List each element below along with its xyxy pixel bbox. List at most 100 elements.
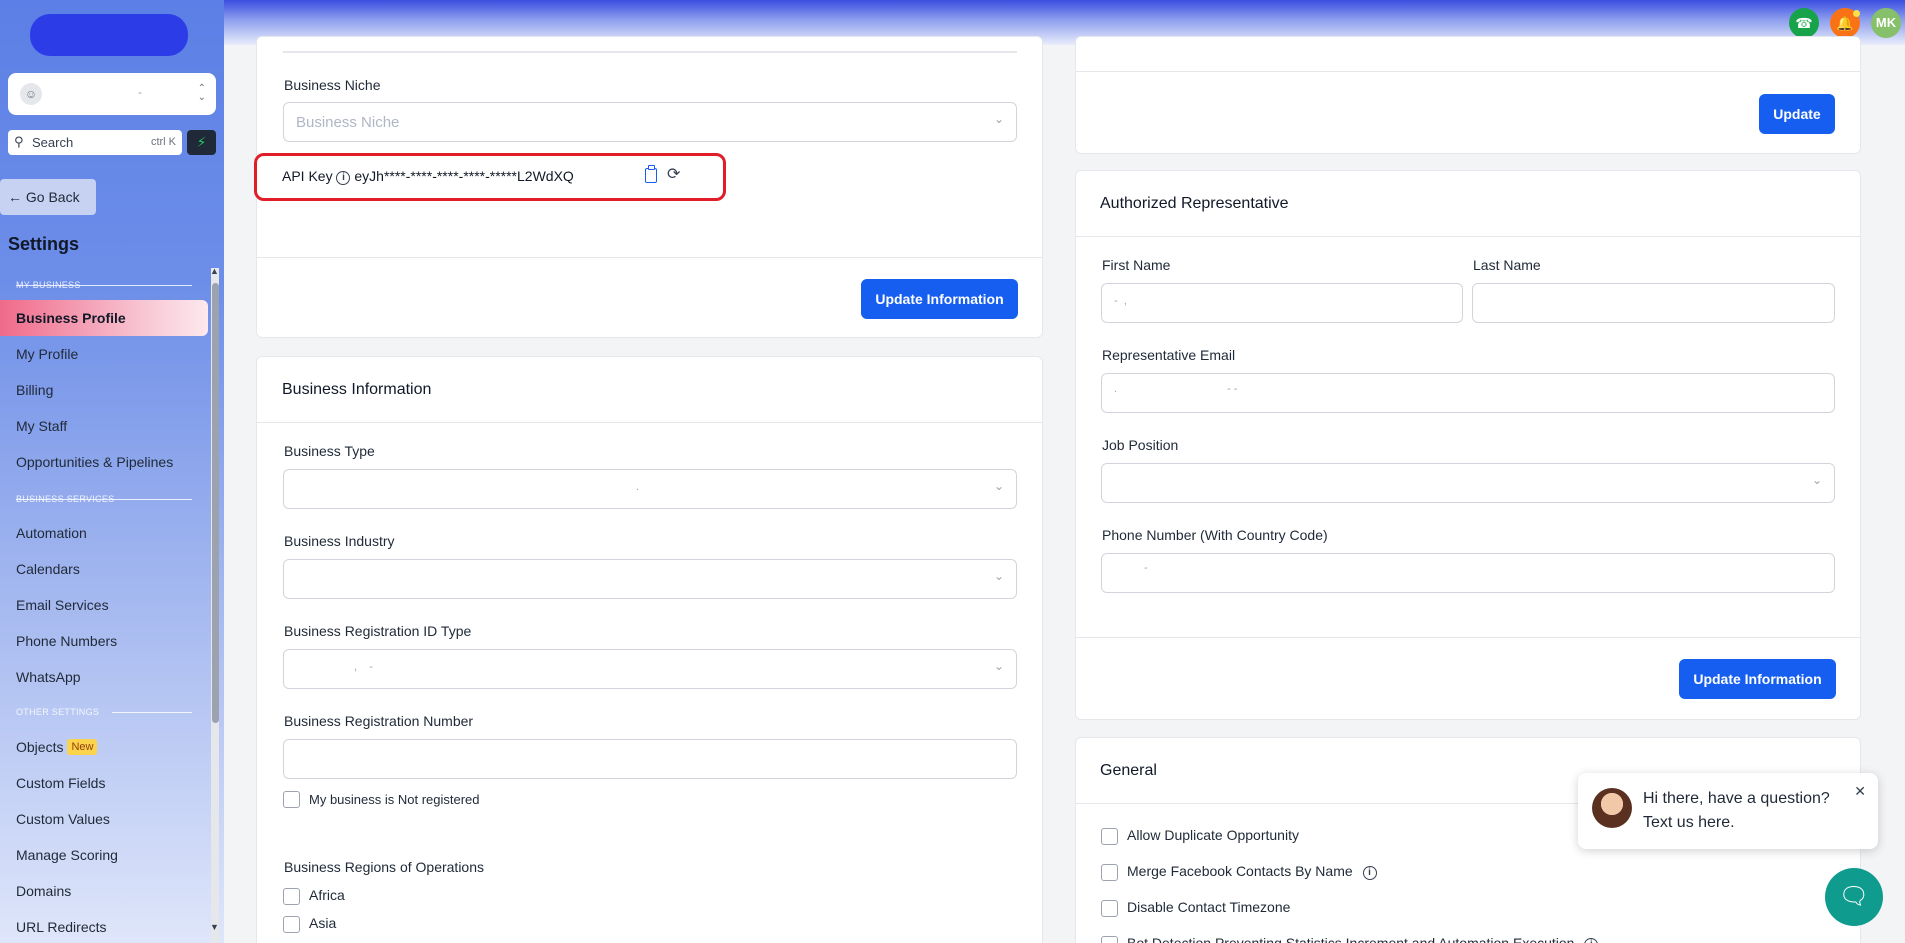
registration-id-type-label: Business Registration ID Type [284,623,472,639]
search-icon: ⚲ [14,134,24,149]
settings-title: Settings [8,234,80,254]
sidebar-item-label: Objects [16,739,64,755]
notification-dot [1853,10,1860,17]
section-divider [112,712,192,713]
region-africa-checkbox[interactable] [283,888,300,905]
go-back-button[interactable]: ← Go Back [0,179,96,215]
bot-detection-text: Bot Detection Preventing Statistics Incr… [1127,935,1575,943]
bot-detection-label: Bot Detection Preventing Statistics Incr… [1127,935,1599,943]
update-button[interactable]: Update [1759,94,1835,134]
chat-launcher-icon[interactable]: 🗨 [1825,868,1883,926]
section-other-settings: OTHER SETTINGS [16,707,100,717]
regions-label: Business Regions of Operations [284,859,484,875]
sidebar-item-email-services[interactable]: Email Services [0,587,208,623]
business-information-card: Business Information Business Type . ⌄ B… [256,356,1043,943]
card-footer-divider [257,257,1042,258]
sidebar-item-custom-fields[interactable]: Custom Fields [0,765,208,801]
bot-detection-checkbox[interactable] [1101,936,1118,943]
scroll-down-arrow-icon[interactable]: ▼ [210,922,219,932]
first-name-label: First Name [1102,257,1171,273]
sidebar-item-manage-scoring[interactable]: Manage Scoring [0,837,208,873]
go-back-label: Go Back [25,189,80,205]
chevron-down-icon: ⌄ [993,479,1004,493]
chat-prompt-text: Hi there, have a question? Text us here. [1643,790,1830,831]
not-registered-checkbox[interactable] [283,791,300,808]
previous-field-edge [283,51,1017,53]
business-industry-label: Business Industry [284,533,395,549]
sidebar-item-objects[interactable]: Objects New [0,729,208,765]
sidebar-item-calendars[interactable]: Calendars [0,551,208,587]
card-header: Business Information [257,357,1042,423]
account-switcher[interactable]: ☺ - ⌃ ⌄ [8,73,216,115]
first-name-input[interactable]: - , [1101,283,1463,323]
chevron-down-icon: ⌄ [993,569,1004,583]
merge-facebook-contacts-label: Merge Facebook Contacts By Name i [1127,863,1377,880]
right-top-card: Update [1075,36,1861,154]
quick-action-bolt-icon[interactable]: ⚡ [187,130,216,155]
update-information-button[interactable]: Update Information [1679,659,1836,699]
info-icon[interactable]: i [336,171,351,185]
registration-number-input[interactable] [283,739,1017,779]
sidebar-scrollbar-thumb[interactable] [212,283,219,723]
info-icon[interactable]: i [1362,866,1377,880]
merge-facebook-contacts-checkbox[interactable] [1101,864,1118,881]
company-logo[interactable] [30,14,188,56]
user-avatar[interactable]: MK [1871,8,1901,38]
chat-prompt-bubble[interactable]: Hi there, have a question? Text us here.… [1578,773,1878,849]
registration-id-type-select[interactable]: , - ⌄ [283,649,1017,689]
new-badge: New [67,739,98,755]
refresh-icon[interactable]: ⟳ [667,164,680,184]
sidebar-item-custom-values[interactable]: Custom Values [0,801,208,837]
job-position-select[interactable]: ⌄ [1101,463,1835,503]
phone-number-value: - [1144,562,1148,574]
account-name: - [138,85,142,99]
registration-id-type-value: , - [354,661,373,673]
sidebar-item-domains[interactable]: Domains [0,873,208,909]
sidebar-item-my-staff[interactable]: My Staff [0,408,208,444]
sidebar-item-business-profile[interactable]: Business Profile [0,300,208,336]
region-africa-label: Africa [309,887,345,903]
sidebar-item-whatsapp[interactable]: WhatsApp [0,659,208,695]
close-icon[interactable]: ✕ [1854,783,1866,800]
sidebar-item-billing[interactable]: Billing [0,372,208,408]
business-niche-select[interactable]: Business Niche ⌄ [283,102,1017,142]
arrow-left-icon: ← [8,189,22,205]
update-information-button[interactable]: Update Information [861,279,1018,319]
last-name-input[interactable] [1472,283,1835,323]
sidebar-item-automation[interactable]: Automation [0,515,208,551]
disable-contact-timezone-checkbox[interactable] [1101,900,1118,917]
representative-email-label: Representative Email [1102,347,1236,363]
info-icon[interactable]: i [1584,938,1599,943]
sidebar-item-url-redirects[interactable]: URL Redirects [0,909,208,943]
api-key-label: API Key [282,168,333,184]
phone-icon[interactable]: ☎ [1789,8,1819,38]
card-header: Authorized Representative [1076,171,1860,237]
sidebar-item-phone-numbers[interactable]: Phone Numbers [0,623,208,659]
copy-icon[interactable] [645,165,657,183]
search-input[interactable]: ⚲ Search ctrl K [8,130,182,155]
business-industry-select[interactable]: ⌄ [283,559,1017,599]
search-shortcut: ctrl K [150,136,176,148]
sidebar: ☺ - ⌃ ⌄ ⚲ Search ctrl K ⚡ ← Go Back Setti… [0,0,224,943]
allow-duplicate-opportunity-checkbox[interactable] [1101,828,1118,845]
region-asia-checkbox[interactable] [283,916,300,933]
phone-number-label: Phone Number (With Country Code) [1102,527,1328,543]
business-type-select[interactable]: . ⌄ [283,469,1017,509]
card-title: Authorized Representative [1100,195,1289,212]
business-niche-placeholder: Business Niche [296,114,400,131]
business-type-value: . [636,481,640,493]
phone-number-input[interactable]: - [1101,553,1835,593]
representative-email-input[interactable]: . - - [1101,373,1835,413]
api-key-value: eyJh****-****-****-****-*****L2WdXQ [354,168,574,184]
sidebar-item-my-profile[interactable]: My Profile [0,336,208,372]
scroll-up-arrow-icon[interactable]: ▲ [210,266,219,276]
representative-email-value: . - - [1114,383,1238,395]
agent-avatar [1592,788,1632,828]
search-placeholder: Search [32,135,74,150]
card-divider [1076,71,1860,72]
job-position-label: Job Position [1102,437,1179,453]
sidebar-item-opportunities[interactable]: Opportunities & Pipelines [0,444,208,480]
chevron-down-icon: ⌄ [993,659,1004,673]
business-type-label: Business Type [284,443,375,459]
api-key-row: API Key i eyJh****-****-****-****-*****L… [282,168,574,185]
